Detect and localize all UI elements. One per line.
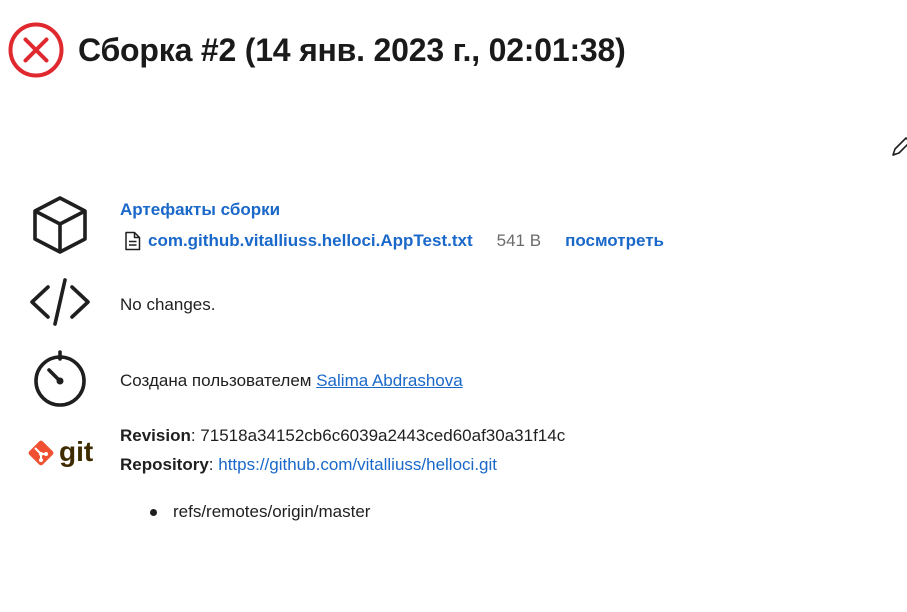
timer-icon <box>27 349 93 414</box>
repository-separator: : <box>208 455 219 474</box>
file-icon <box>124 231 141 251</box>
repository-link[interactable]: https://github.com/vitalliuss/helloci.gi… <box>218 455 497 474</box>
repository-line: Repository: https://github.com/vitallius… <box>120 454 497 476</box>
artifact-view-link[interactable]: посмотреть <box>565 230 664 252</box>
bullet-icon <box>150 508 157 516</box>
package-icon <box>27 194 93 261</box>
artifact-row: com.github.vitalliuss.helloci.AppTest.tx… <box>124 230 664 252</box>
no-changes-text: No changes. <box>120 295 216 314</box>
revision-line: Revision: 71518a34152cb6c6039a2443ced60a… <box>120 425 565 447</box>
build-page: Сборка #2 (14 янв. 2023 г., 02:01:38) Ар… <box>0 0 907 612</box>
build-header: Сборка #2 (14 янв. 2023 г., 02:01:38) <box>8 22 626 78</box>
branch-item: refs/remotes/origin/master <box>150 501 370 523</box>
revision-label: Revision <box>120 426 191 445</box>
artifacts-link[interactable]: Артефакты сборки <box>120 199 280 221</box>
user-link[interactable]: Salima Abdrashova <box>316 371 462 390</box>
artifact-size: 541 B <box>496 231 542 250</box>
code-icon <box>27 274 93 335</box>
edit-description-icon[interactable] <box>890 134 907 158</box>
created-by-text: Создана пользователем Salima Abdrashova <box>120 370 463 392</box>
revision-value: : 71518a34152cb6c6039a2443ced60af30a31f1… <box>190 426 566 445</box>
branch-list: refs/remotes/origin/master <box>150 501 370 523</box>
artifact-file-link[interactable]: com.github.vitalliuss.helloci.AppTest.tx… <box>148 230 473 252</box>
failed-status-icon <box>8 22 64 78</box>
branch-name: refs/remotes/origin/master <box>173 502 371 521</box>
repository-label: Repository <box>120 455 209 474</box>
git-logo-text: git <box>59 436 94 467</box>
created-by-prefix: Создана пользователем <box>120 371 317 390</box>
page-title: Сборка #2 (14 янв. 2023 г., 02:01:38) <box>78 31 626 68</box>
